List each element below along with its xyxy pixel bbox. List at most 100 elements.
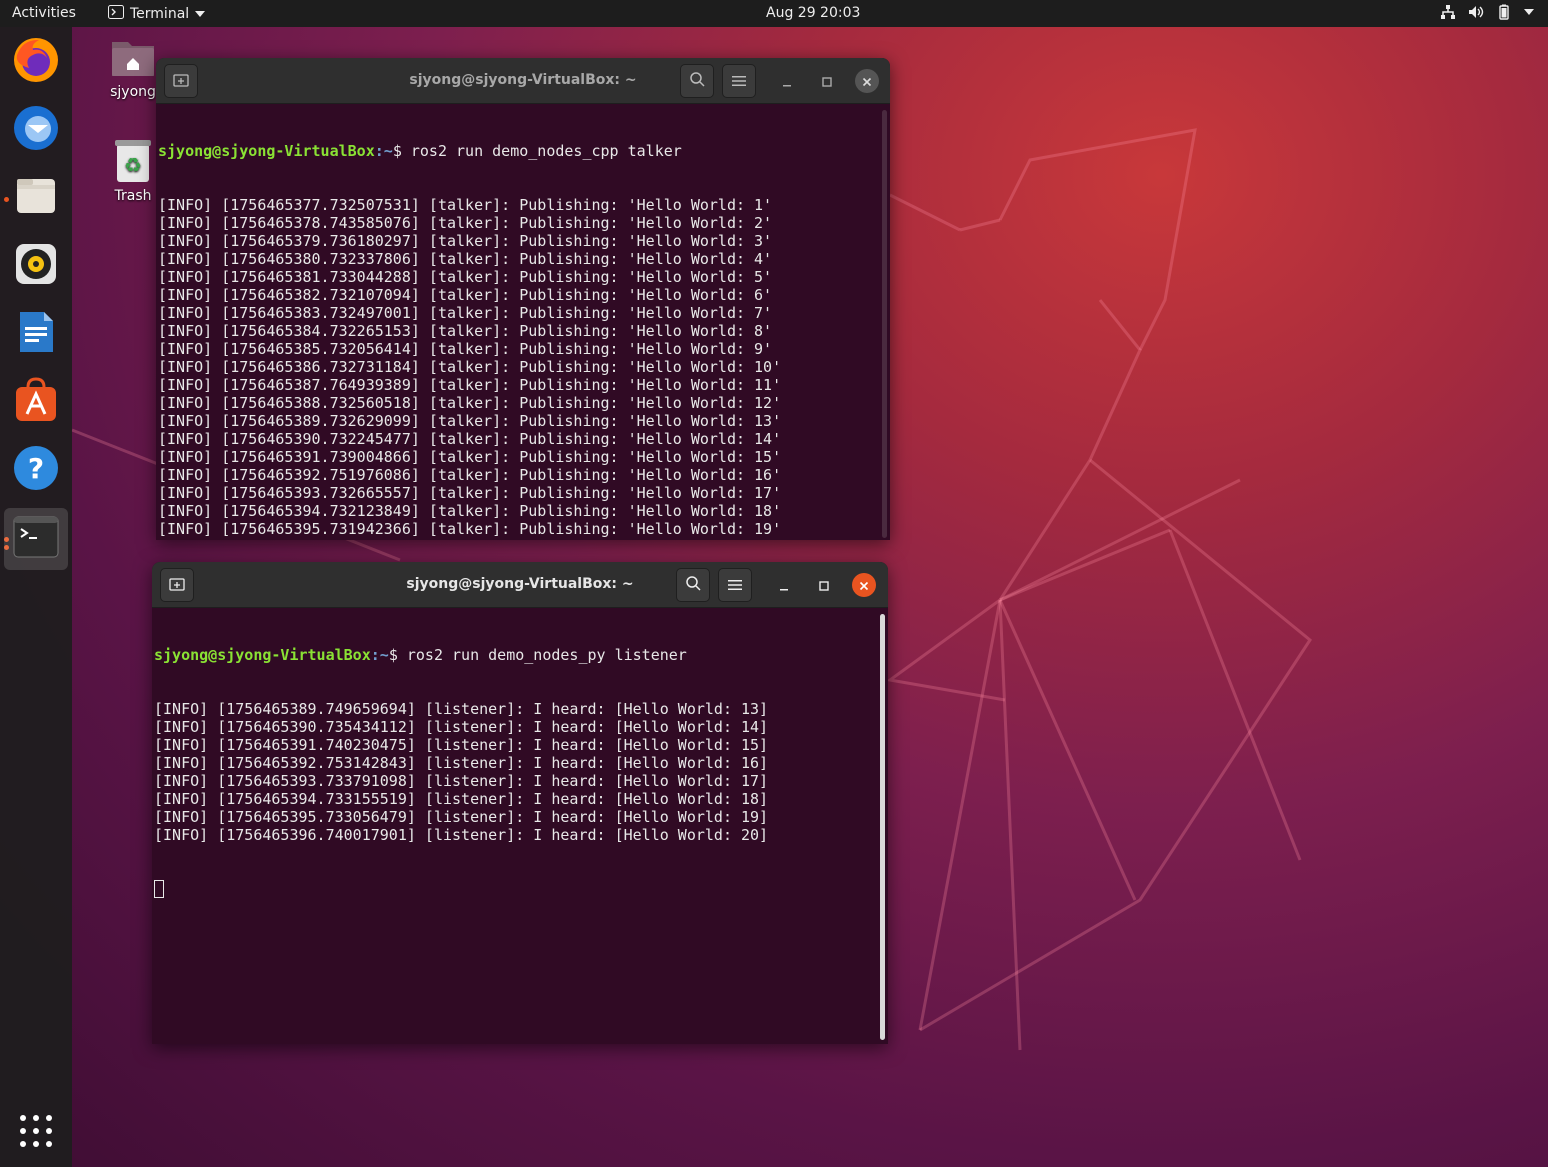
log-line: [INFO] [1756465381.733044288] [talker]: … [158,268,773,286]
close-icon [862,72,872,91]
svg-text:?: ? [28,452,44,485]
terminal-output[interactable]: sjyong@sjyong-VirtualBox:~$ ros2 run dem… [152,608,888,934]
search-button[interactable] [676,568,710,602]
home-folder-label: sjyong [110,84,156,100]
minimize-icon [782,72,792,91]
prompt-user: sjyong@sjyong-VirtualBox [154,646,371,664]
hamburger-icon [728,576,742,595]
window-titlebar[interactable]: sjyong@sjyong-VirtualBox: ~ [152,562,888,608]
cursor-line [154,880,888,898]
thunderbird-icon [11,103,61,157]
network-icon [1440,4,1456,20]
log-line: [INFO] [1756465396.740017901] [listener]… [154,826,769,844]
prompt-line: sjyong@sjyong-VirtualBox:~$ ros2 run dem… [158,142,890,160]
log-line: [INFO] [1756465393.733791098] [listener]… [154,772,769,790]
firefox-icon [11,35,61,89]
dock-firefox[interactable] [4,31,68,93]
dock-files[interactable] [4,167,68,229]
prompt-command: $ ros2 run demo_nodes_cpp talker [392,142,682,160]
log-line: [INFO] [1756465390.732245477] [talker]: … [158,430,782,448]
log-line: [INFO] [1756465382.732107094] [talker]: … [158,286,773,304]
log-line: [INFO] [1756465389.732629099] [talker]: … [158,412,782,430]
app-grid-icon [19,1114,53,1152]
dock-rhythmbox[interactable] [4,235,68,297]
dock-software[interactable] [4,371,68,433]
prompt-command: $ ros2 run demo_nodes_py listener [388,646,687,664]
log-line: [INFO] [1756465394.732123849] [talker]: … [158,502,782,520]
log-line: [INFO] [1756465391.740230475] [listener]… [154,736,769,754]
close-icon [859,576,869,595]
log-line: [INFO] [1756465393.732665557] [talker]: … [158,484,782,502]
log-line: [INFO] [1756465392.751976086] [talker]: … [158,466,782,484]
log-line: [INFO] [1756465387.764939389] [talker]: … [158,376,782,394]
software-icon [13,377,59,427]
app-menu[interactable]: Terminal [108,5,206,23]
terminal-output[interactable]: sjyong@sjyong-VirtualBox:~$ ros2 run dem… [156,104,890,540]
maximize-button[interactable] [812,573,836,597]
home-folder-icon [109,42,157,84]
log-line: [INFO] [1756465389.749659694] [listener]… [154,700,769,718]
system-menu-chevron-icon [1524,8,1534,16]
search-icon [689,71,705,91]
top-bar: Activities Terminal Aug 29 20:03 [0,0,1548,27]
search-icon [685,575,701,595]
menu-button[interactable] [722,64,756,98]
dock-writer[interactable] [4,303,68,365]
svg-text:♻: ♻ [124,153,142,177]
desktop-trash[interactable]: ♻ Trash [106,138,160,204]
prompt-user: sjyong@sjyong-VirtualBox [158,142,375,160]
files-icon [13,173,59,223]
maximize-icon [819,576,829,595]
close-button[interactable] [852,573,876,597]
log-line: [INFO] [1756465384.732265153] [talker]: … [158,322,773,340]
trash-label: Trash [114,188,152,204]
chevron-down-icon [195,6,206,22]
listener-terminal-window[interactable]: sjyong@sjyong-VirtualBox: ~ sjyong@sjyon… [152,562,888,1044]
scrollbar[interactable] [882,110,887,538]
dock-terminal[interactable] [4,508,68,570]
activities-button[interactable]: Activities [12,5,76,21]
minimize-button[interactable] [772,573,796,597]
battery-icon [1496,4,1512,20]
log-line: [INFO] [1756465390.735434112] [listener]… [154,718,769,736]
menu-button[interactable] [718,568,752,602]
log-line: [INFO] [1756465379.736180297] [talker]: … [158,232,773,250]
log-line: [INFO] [1756465385.732056414] [talker]: … [158,340,773,358]
terminal-icon [12,515,60,563]
log-line: [INFO] [1756465388.732560518] [talker]: … [158,394,782,412]
text-cursor [154,880,164,898]
dock-help[interactable]: ? [4,439,68,501]
log-line: [INFO] [1756465383.732497001] [talker]: … [158,304,773,322]
system-tray[interactable] [1440,4,1534,20]
search-button[interactable] [680,64,714,98]
close-button[interactable] [855,69,879,93]
log-line: [INFO] [1756465386.732731184] [talker]: … [158,358,782,376]
log-line: [INFO] [1756465394.733155519] [listener]… [154,790,769,808]
minimize-icon [779,576,789,595]
log-line: [INFO] [1756465396.736822891] [talker]: … [158,538,890,540]
window-titlebar[interactable]: sjyong@sjyong-VirtualBox: ~ [156,58,890,104]
log-line: [INFO] [1756465380.732337806] [talker]: … [158,250,773,268]
scrollbar[interactable] [880,614,885,1040]
log-line: [INFO] [1756465378.743585076] [talker]: … [158,214,773,232]
terminal-small-icon [108,5,124,23]
hamburger-icon [732,72,746,91]
log-line: [INFO] [1756465395.733056479] [listener]… [154,808,769,826]
show-applications-button[interactable] [4,1102,68,1164]
prompt-path: :~ [374,142,393,160]
maximize-button[interactable] [815,69,839,93]
app-menu-label: Terminal [130,6,190,22]
trash-icon: ♻ [113,140,153,188]
prompt-path: :~ [370,646,389,664]
minimize-button[interactable] [775,69,799,93]
talker-terminal-window[interactable]: sjyong@sjyong-VirtualBox: ~ sjyong@sjyon… [156,58,890,540]
log-line: [INFO] [1756465391.739004866] [talker]: … [158,448,782,466]
clock[interactable]: Aug 29 20:03 [766,5,860,21]
volume-icon [1468,4,1484,20]
maximize-icon [822,72,832,91]
desktop-home-folder[interactable]: sjyong [106,36,160,100]
log-line: [INFO] [1756465395.731942366] [talker]: … [158,520,782,538]
prompt-line: sjyong@sjyong-VirtualBox:~$ ros2 run dem… [154,646,888,664]
writer-icon [13,309,59,359]
dock-thunderbird[interactable] [4,99,68,161]
